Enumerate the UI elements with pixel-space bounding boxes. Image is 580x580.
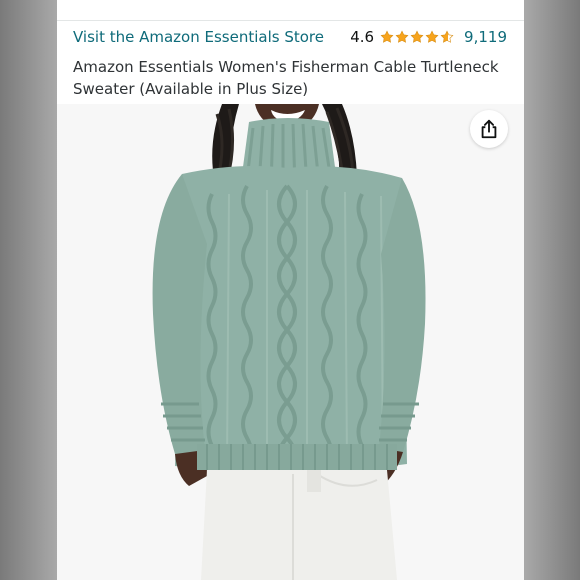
rating-count[interactable]: 9,119: [464, 26, 507, 48]
left-background: [0, 0, 57, 580]
star-rating: [380, 30, 454, 44]
product-photo: [57, 104, 524, 580]
store-rating-row: Visit the Amazon Essentials Store 4.6 9,…: [73, 26, 513, 48]
share-icon: [481, 119, 497, 139]
rating-value: 4.6: [350, 28, 375, 46]
top-strip: [57, 0, 524, 21]
star-icon: [395, 30, 409, 44]
star-icon: [410, 30, 424, 44]
star-icon: [380, 30, 394, 44]
product-image[interactable]: [57, 104, 524, 580]
right-background: [524, 0, 580, 580]
app-screen: Visit the Amazon Essentials Store 4.6 9,…: [57, 0, 524, 580]
half-star-icon: [440, 30, 454, 44]
rating-block[interactable]: 4.6 9,119: [350, 26, 507, 48]
product-title: Amazon Essentials Women's Fisherman Cabl…: [73, 58, 499, 98]
store-link[interactable]: Visit the Amazon Essentials Store: [73, 26, 324, 48]
share-button[interactable]: [470, 110, 508, 148]
star-icon: [425, 30, 439, 44]
